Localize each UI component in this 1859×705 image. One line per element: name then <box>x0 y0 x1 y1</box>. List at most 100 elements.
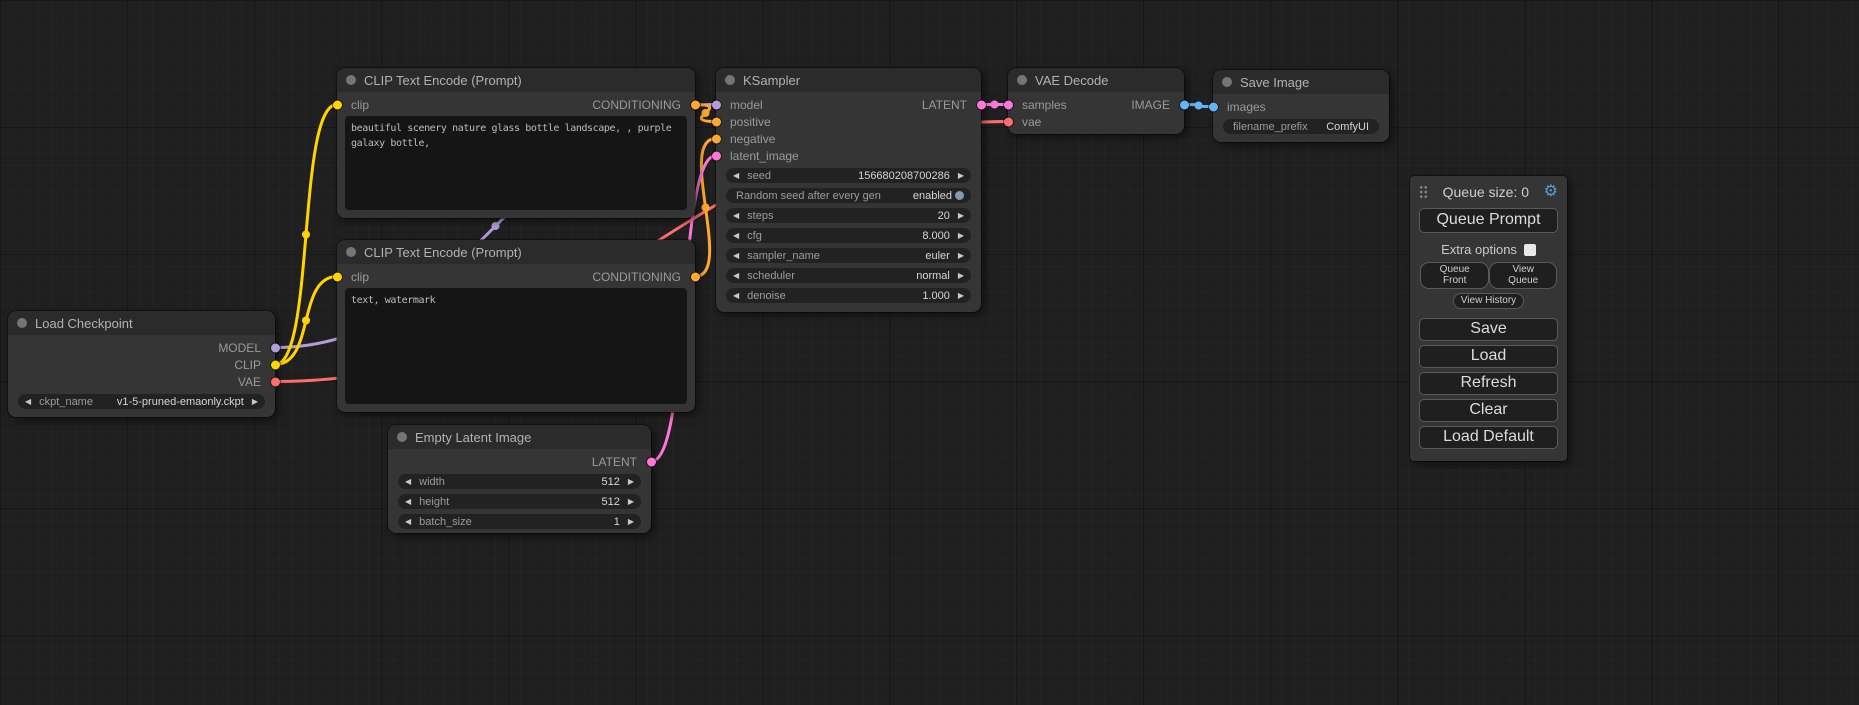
increment-icon[interactable]: ▶ <box>628 518 634 526</box>
clip-output-port[interactable] <box>271 360 280 369</box>
decrement-icon[interactable]: ◀ <box>405 518 411 526</box>
decrement-icon[interactable]: ◀ <box>733 172 739 180</box>
input-label: positive <box>730 115 771 129</box>
vae-input-port[interactable] <box>1004 117 1013 126</box>
model-input-port[interactable] <box>712 100 721 109</box>
queue-prompt-button[interactable]: Queue Prompt <box>1419 208 1558 233</box>
collapse-dot-icon[interactable] <box>725 75 735 85</box>
port-row: latent_image <box>716 147 981 164</box>
node-title-bar[interactable]: Save Image <box>1213 70 1389 94</box>
image-output-port[interactable] <box>1180 100 1189 109</box>
node-title: CLIP Text Encode (Prompt) <box>364 245 522 260</box>
extra-options-checkbox[interactable] <box>1524 244 1536 256</box>
denoise-widget[interactable]: ◀ denoise 1.000 ▶ <box>726 288 971 303</box>
port-row: CLIP <box>8 356 275 373</box>
next-value-icon[interactable]: ▶ <box>252 398 258 406</box>
input-label: clip <box>351 98 369 112</box>
samples-input-port[interactable] <box>1004 100 1013 109</box>
load-button[interactable]: Load <box>1419 345 1558 368</box>
collapse-dot-icon[interactable] <box>397 432 407 442</box>
widget-value: 512 <box>601 476 619 488</box>
widget-label: cfg <box>747 230 762 242</box>
node-load-checkpoint[interactable]: Load Checkpoint MODEL CLIP VAE ◀ ckpt_na… <box>8 311 275 417</box>
collapse-dot-icon[interactable] <box>1017 75 1027 85</box>
positive-input-port[interactable] <box>712 117 721 126</box>
next-value-icon[interactable]: ▶ <box>958 252 964 260</box>
increment-icon[interactable]: ▶ <box>958 292 964 300</box>
port-row: vae <box>1008 113 1184 130</box>
node-title-bar[interactable]: VAE Decode <box>1008 68 1184 92</box>
seed-widget[interactable]: ◀ seed 156680208700286 ▶ <box>726 168 971 183</box>
node-title-bar[interactable]: CLIP Text Encode (Prompt) <box>337 240 695 264</box>
latent-image-input-port[interactable] <box>712 151 721 160</box>
latent-output-port[interactable] <box>977 100 986 109</box>
model-output-port[interactable] <box>271 343 280 352</box>
filename-prefix-widget[interactable]: filename_prefix ComfyUI <box>1223 119 1379 134</box>
drag-handle-icon[interactable] <box>1419 185 1428 199</box>
node-clip-text-encode-positive[interactable]: CLIP Text Encode (Prompt) clip CONDITION… <box>337 68 695 218</box>
prev-value-icon[interactable]: ◀ <box>733 252 739 260</box>
cfg-widget[interactable]: ◀ cfg 8.000 ▶ <box>726 228 971 243</box>
widget-value: 1 <box>614 516 620 528</box>
increment-icon[interactable]: ▶ <box>958 232 964 240</box>
decrement-icon[interactable]: ◀ <box>733 292 739 300</box>
next-value-icon[interactable]: ▶ <box>958 272 964 280</box>
node-ksampler[interactable]: KSampler model LATENT positive negative … <box>716 68 981 312</box>
toggle-knob-icon[interactable] <box>955 191 964 200</box>
scheduler-widget[interactable]: ◀ scheduler normal ▶ <box>726 268 971 283</box>
random-seed-toggle-widget[interactable]: Random seed after every gen enabled <box>726 188 971 203</box>
node-title: Empty Latent Image <box>415 430 531 445</box>
latent-output-port[interactable] <box>647 457 656 466</box>
collapse-dot-icon[interactable] <box>346 75 356 85</box>
collapse-dot-icon[interactable] <box>17 318 27 328</box>
negative-input-port[interactable] <box>712 134 721 143</box>
settings-gear-icon[interactable]: ⚙ <box>1544 184 1558 200</box>
node-title-bar[interactable]: Empty Latent Image <box>388 425 651 449</box>
refresh-button[interactable]: Refresh <box>1419 372 1558 395</box>
node-save-image[interactable]: Save Image images filename_prefix ComfyU… <box>1213 70 1389 142</box>
port-row: negative <box>716 130 981 147</box>
decrement-icon[interactable]: ◀ <box>733 232 739 240</box>
node-clip-text-encode-negative[interactable]: CLIP Text Encode (Prompt) clip CONDITION… <box>337 240 695 412</box>
clear-button[interactable]: Clear <box>1419 399 1558 422</box>
prev-value-icon[interactable]: ◀ <box>25 398 31 406</box>
increment-icon[interactable]: ▶ <box>958 212 964 220</box>
batch-size-widget[interactable]: ◀ batch_size 1 ▶ <box>398 514 641 529</box>
collapse-dot-icon[interactable] <box>1222 77 1232 87</box>
decrement-icon[interactable]: ◀ <box>733 212 739 220</box>
increment-icon[interactable]: ▶ <box>958 172 964 180</box>
conditioning-output-port[interactable] <box>691 272 700 281</box>
node-title-bar[interactable]: KSampler <box>716 68 981 92</box>
node-title: Save Image <box>1240 75 1309 90</box>
prev-value-icon[interactable]: ◀ <box>733 272 739 280</box>
load-default-button[interactable]: Load Default <box>1419 426 1558 449</box>
output-label: VAE <box>238 375 261 389</box>
widget-label: filename_prefix <box>1233 121 1308 133</box>
images-input-port[interactable] <box>1209 102 1218 111</box>
queue-size-label: Queue size: 0 <box>1428 184 1544 200</box>
width-widget[interactable]: ◀ width 512 ▶ <box>398 474 641 489</box>
node-title-bar[interactable]: CLIP Text Encode (Prompt) <box>337 68 695 92</box>
prompt-textarea[interactable]: text, watermark <box>345 288 687 404</box>
queue-front-button[interactable]: Queue Front <box>1420 262 1489 289</box>
decrement-icon[interactable]: ◀ <box>405 498 411 506</box>
increment-icon[interactable]: ▶ <box>628 498 634 506</box>
vae-output-port[interactable] <box>271 377 280 386</box>
decrement-icon[interactable]: ◀ <box>405 478 411 486</box>
height-widget[interactable]: ◀ height 512 ▶ <box>398 494 641 509</box>
node-empty-latent-image[interactable]: Empty Latent Image LATENT ◀ width 512 ▶ … <box>388 425 651 533</box>
prompt-textarea[interactable]: beautiful scenery nature glass bottle la… <box>345 116 687 210</box>
clip-input-port[interactable] <box>333 100 342 109</box>
node-title-bar[interactable]: Load Checkpoint <box>8 311 275 335</box>
view-queue-button[interactable]: View Queue <box>1489 262 1557 289</box>
conditioning-output-port[interactable] <box>691 100 700 109</box>
sampler-name-widget[interactable]: ◀ sampler_name euler ▶ <box>726 248 971 263</box>
save-button[interactable]: Save <box>1419 318 1558 341</box>
steps-widget[interactable]: ◀ steps 20 ▶ <box>726 208 971 223</box>
view-history-button[interactable]: View History <box>1453 293 1524 309</box>
clip-input-port[interactable] <box>333 272 342 281</box>
ckpt-name-widget[interactable]: ◀ ckpt_name v1-5-pruned-emaonly.ckpt ▶ <box>18 394 265 409</box>
node-vae-decode[interactable]: VAE Decode samples IMAGE vae <box>1008 68 1184 134</box>
collapse-dot-icon[interactable] <box>346 247 356 257</box>
increment-icon[interactable]: ▶ <box>628 478 634 486</box>
